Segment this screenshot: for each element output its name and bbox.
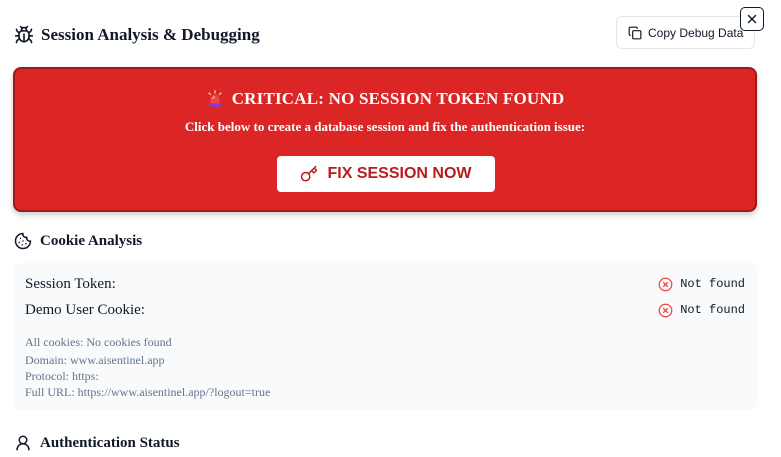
authentication-status-heading: Authentication Status: [14, 434, 180, 452]
copy-debug-data-button[interactable]: Copy Debug Data: [616, 16, 755, 49]
dialog-title: Session Analysis & Debugging: [41, 25, 260, 44]
session-token-status: Not found: [658, 277, 745, 292]
domain-text: Domain: www.aisentinel.app: [25, 353, 165, 367]
demo-user-cookie-row: Demo User Cookie: Not found: [25, 300, 745, 320]
full-url-text: Full URL: https://www.aisentinel.app/?lo…: [25, 385, 271, 399]
demo-user-cookie-status: Not found: [658, 303, 745, 318]
alert-title-row: CRITICAL: NO SESSION TOKEN FOUND: [15, 89, 755, 109]
bug-icon: [14, 25, 34, 45]
close-icon: [747, 14, 757, 24]
alert-title: CRITICAL: NO SESSION TOKEN FOUND: [231, 89, 565, 108]
fix-session-button[interactable]: FIX SESSION NOW: [277, 156, 495, 192]
cookie-analysis-title: Cookie Analysis: [40, 232, 143, 249]
authentication-status-title: Authentication Status: [40, 434, 180, 451]
demo-user-cookie-label: Demo User Cookie:: [25, 301, 145, 318]
demo-user-cookie-status-text: Not found: [680, 303, 745, 317]
critical-alert: CRITICAL: NO SESSION TOKEN FOUND Click b…: [13, 67, 757, 212]
session-token-status-text: Not found: [680, 277, 745, 291]
cookie-analysis-panel: Session Token: Not found Demo User Cooki…: [13, 263, 757, 410]
alert-subtitle: Click below to create a database session…: [184, 119, 586, 134]
key-icon: [301, 165, 318, 182]
cookie-icon: [14, 232, 32, 250]
protocol-text: Protocol: https:: [25, 369, 99, 383]
fix-session-label: FIX SESSION NOW: [327, 165, 472, 182]
user-icon: [14, 434, 32, 452]
siren-icon: [206, 90, 224, 108]
copy-icon: [628, 26, 642, 39]
copy-debug-data-label: Copy Debug Data: [648, 25, 744, 40]
all-cookies-text: All cookies: No cookies found: [25, 335, 172, 349]
cookie-analysis-heading: Cookie Analysis: [14, 232, 142, 250]
session-token-label: Session Token:: [25, 275, 116, 292]
x-circle-icon: [658, 277, 673, 291]
session-token-row: Session Token: Not found: [25, 274, 745, 294]
dialog-header: Session Analysis & Debugging Copy Debug …: [14, 16, 759, 52]
close-button[interactable]: [740, 7, 764, 31]
x-circle-icon: [658, 303, 673, 317]
